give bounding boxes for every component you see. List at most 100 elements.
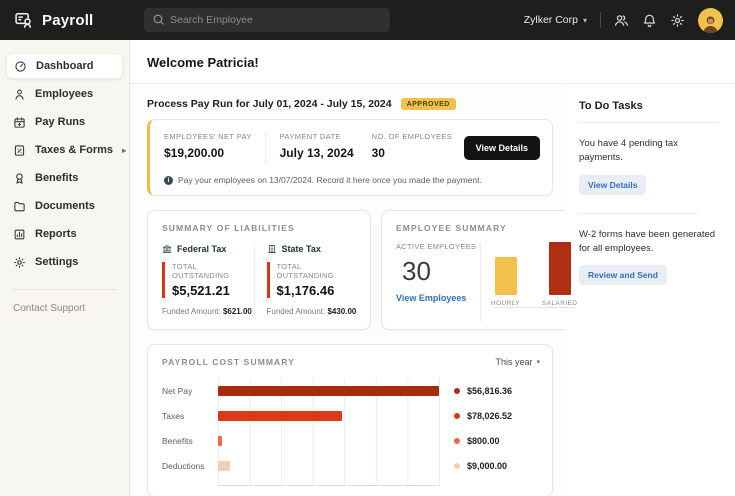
cost-category-label: Deductions (162, 453, 212, 478)
sidebar-item-label: Employees (35, 88, 93, 100)
outstanding-amount: $5,521.21 (172, 283, 254, 298)
cost-chart-plot (218, 378, 440, 486)
funded-value: $621.00 (223, 307, 252, 316)
payment-date-stat: PAYMENT DATE July 13, 2024 (280, 132, 372, 160)
settings-icon (13, 256, 26, 269)
todo-panel: To Do Tasks You have 4 pending tax payme… (565, 84, 735, 496)
contact-support-link[interactable]: Contact Support (13, 303, 129, 314)
bank-icon (162, 244, 172, 254)
welcome-heading: Welcome Patricia! (130, 40, 735, 84)
todo-task-w2-forms: W-2 forms have been generated for all em… (579, 228, 719, 286)
cost-chart: Net Pay Taxes Benefits Deductions (162, 378, 540, 486)
documents-icon (13, 200, 26, 213)
view-details-button[interactable]: View Details (464, 136, 540, 160)
sidebar-item-label: Taxes & Forms (35, 144, 113, 156)
todo-title: To Do Tasks (579, 100, 719, 112)
employee-count-stat: NO. OF EMPLOYEES 30 (372, 132, 464, 160)
chevron-right-icon: ▸ (122, 146, 126, 155)
cost-category-label: Taxes (162, 403, 212, 428)
legend-value: $9,000.00 (467, 461, 507, 471)
dashboard-icon (14, 60, 27, 73)
search-icon (152, 13, 165, 26)
payrun-header: Process Pay Run for July 01, 2024 - July… (147, 98, 553, 110)
sidebar-item-reports[interactable]: Reports (6, 221, 123, 247)
notifications-bell-icon[interactable] (642, 13, 657, 28)
payrun-card: EMPLOYEES' NET PAY $19,200.00 PAYMENT DA… (147, 119, 553, 196)
sidebar-divider (12, 289, 117, 290)
liabilities-title: SUMMARY OF LIABILITIES (162, 223, 358, 233)
todo-divider (579, 213, 699, 214)
app-title: Payroll (42, 12, 93, 29)
chevron-down-icon: ▾ (583, 16, 587, 25)
sidebar-item-pay-runs[interactable]: Pay Runs (6, 109, 123, 135)
reports-icon (13, 228, 26, 241)
sidebar: Dashboard Employees Pay Runs Taxes & For… (0, 40, 130, 496)
sidebar-item-documents[interactable]: Documents (6, 193, 123, 219)
view-employees-link[interactable]: View Employees (396, 293, 480, 303)
review-and-send-button[interactable]: Review and Send (579, 265, 667, 285)
topbar-actions: Zylker Corp ▾ (524, 8, 735, 33)
legend-dot (454, 463, 460, 469)
topbar-divider (600, 12, 601, 28)
search-input[interactable] (144, 8, 390, 32)
outstanding-label: TOTAL OUTSTANDING (277, 262, 359, 280)
benefits-bar (218, 436, 222, 446)
dashboard-content: Process Pay Run for July 01, 2024 - July… (130, 84, 565, 496)
app-logo: Payroll (0, 10, 132, 30)
stat-label: PAYMENT DATE (280, 132, 372, 141)
payrun-stats: EMPLOYEES' NET PAY $19,200.00 PAYMENT DA… (164, 132, 540, 164)
legend-dot (454, 388, 460, 394)
cost-chart-legend: $56,816.36 $78,026.52 $800.00 $9,000.00 (440, 378, 540, 486)
legend-value: $56,816.36 (467, 386, 512, 396)
topbar: Payroll Zylker Corp ▾ (0, 0, 735, 40)
todo-view-details-button[interactable]: View Details (579, 175, 646, 195)
search-bar (144, 8, 390, 32)
building-icon (267, 244, 277, 254)
employee-type-chart: HOURLY SALARIED (491, 242, 577, 322)
employees-icon (13, 88, 26, 101)
org-selector[interactable]: Zylker Corp ▾ (524, 14, 587, 26)
period-filter-dropdown[interactable]: This year ▾ (495, 357, 540, 367)
period-filter-value: This year (495, 357, 532, 367)
sidebar-item-benefits[interactable]: Benefits (6, 165, 123, 191)
payrun-note: i Pay your employees on 13/07/2024. Reco… (164, 175, 540, 185)
liabilities-card: SUMMARY OF LIABILITIES Federal Tax TOTAL… (147, 210, 371, 330)
info-icon: i (164, 176, 173, 185)
sidebar-item-label: Pay Runs (35, 116, 85, 128)
sidebar-item-label: Dashboard (36, 60, 93, 72)
outstanding-label: TOTAL OUTSTANDING (172, 262, 254, 280)
sidebar-item-dashboard[interactable]: Dashboard (6, 53, 123, 79)
outstanding-amount: $1,176.46 (277, 283, 359, 298)
salaried-bar (549, 242, 571, 295)
stat-divider (265, 132, 266, 164)
sidebar-item-label: Benefits (35, 172, 78, 184)
todo-task-text: W-2 forms have been generated for all em… (579, 228, 719, 257)
pay-runs-icon (13, 116, 26, 129)
sidebar-item-settings[interactable]: Settings (6, 249, 123, 275)
org-name: Zylker Corp (524, 14, 578, 26)
chevron-down-icon: ▾ (536, 358, 540, 366)
main-area: Welcome Patricia! Process Pay Run for Ju… (130, 40, 735, 496)
user-avatar[interactable] (698, 8, 723, 33)
funded-amount: Funded Amount: $621.00 (162, 307, 254, 316)
settings-gear-icon[interactable] (670, 13, 685, 28)
tax-name: State Tax (282, 244, 321, 254)
stat-value: $19,200.00 (164, 146, 265, 160)
state-tax-block: State Tax TOTAL OUTSTANDING $1,176.46 Fu… (254, 244, 359, 316)
stat-value: July 13, 2024 (280, 146, 372, 160)
users-icon[interactable] (614, 13, 629, 28)
payrun-title: Process Pay Run for July 01, 2024 - July… (147, 98, 392, 110)
tax-name: Federal Tax (177, 244, 226, 254)
benefits-icon (13, 172, 26, 185)
stat-label: EMPLOYEES' NET PAY (164, 132, 265, 141)
employee-summary-title: EMPLOYEE SUMMARY (396, 223, 577, 233)
active-employees-label: ACTIVE EMPLOYEES (396, 242, 480, 251)
net-pay-stat: EMPLOYEES' NET PAY $19,200.00 (164, 132, 265, 160)
federal-tax-block: Federal Tax TOTAL OUTSTANDING $5,521.21 … (162, 244, 254, 316)
employee-summary-card: EMPLOYEE SUMMARY ACTIVE EMPLOYEES 30 Vie… (381, 210, 590, 330)
cost-summary-title: PAYROLL COST SUMMARY (162, 357, 295, 367)
sidebar-item-employees[interactable]: Employees (6, 81, 123, 107)
taxes-bar (218, 411, 342, 421)
sidebar-item-taxes-forms[interactable]: Taxes & Forms ▸ (6, 137, 123, 163)
legend-dot (454, 413, 460, 419)
